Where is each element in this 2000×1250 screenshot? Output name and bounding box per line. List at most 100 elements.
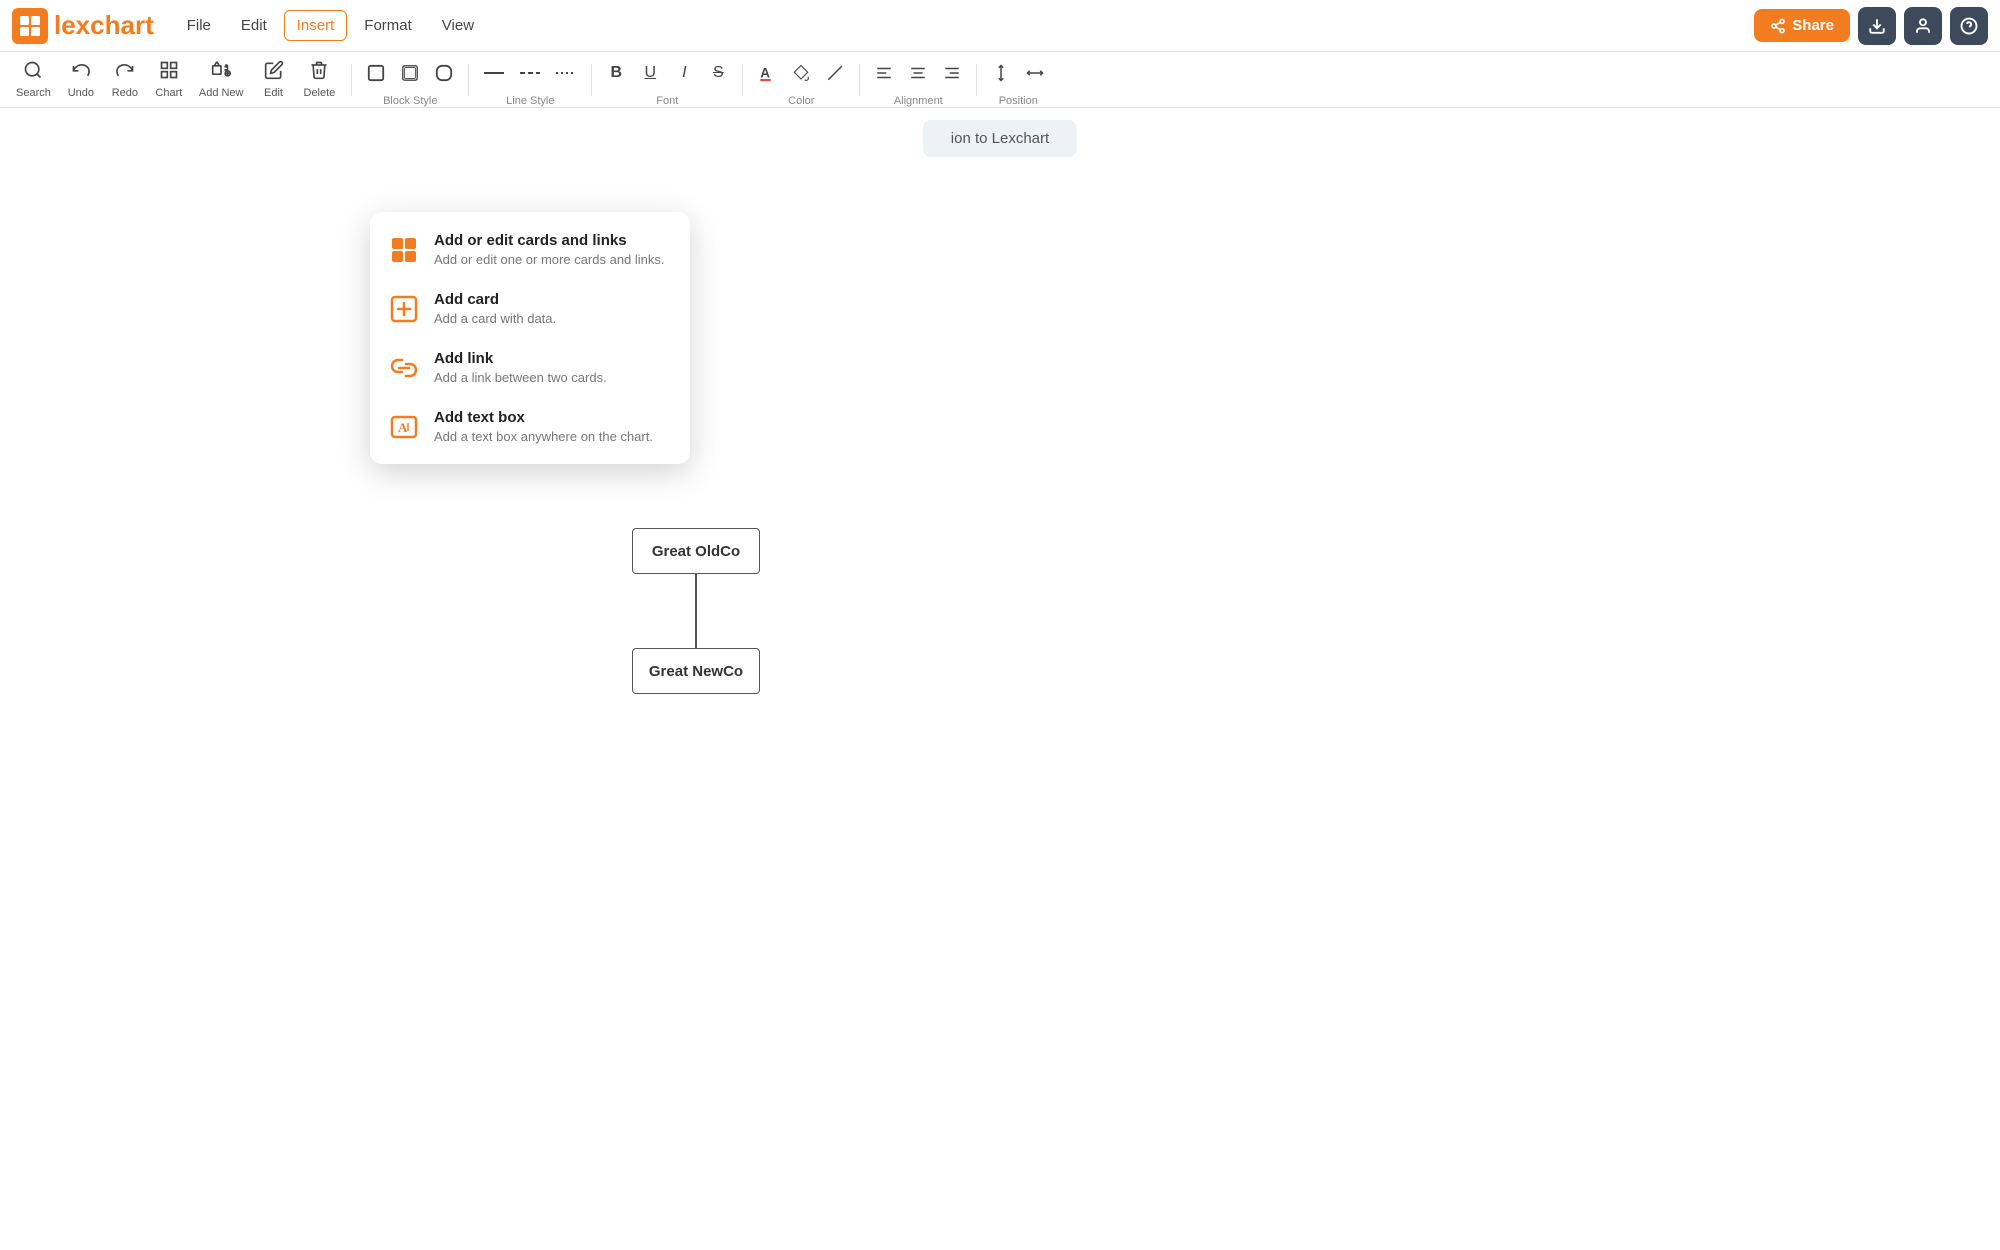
canvas-area[interactable]: ion to Lexchart Great OldCo Great NewCo …: [0, 108, 2000, 1250]
search-button[interactable]: Search: [8, 56, 59, 103]
welcome-banner: ion to Lexchart: [923, 120, 1077, 157]
divider-5: [859, 64, 860, 96]
add-or-edit-icon: [388, 234, 420, 266]
node-label-oldco: Great OldCo: [652, 543, 740, 560]
edit-icon: [264, 60, 284, 85]
align-right[interactable]: [936, 53, 968, 93]
redo-icon: [115, 60, 135, 85]
edit-button[interactable]: Edit: [252, 56, 296, 103]
add-card-title: Add card: [434, 291, 556, 308]
font-label: Font: [656, 95, 678, 107]
block-style-group: Block Style: [360, 53, 460, 107]
block-style-solid[interactable]: [360, 53, 392, 93]
add-card-text: Add card Add a card with data.: [434, 291, 556, 326]
nav-file[interactable]: File: [174, 10, 224, 41]
logo-icon: [12, 8, 48, 44]
node-label-newco: Great NewCo: [649, 663, 743, 680]
logo-text: lexchart: [54, 10, 154, 41]
nav-view[interactable]: View: [429, 10, 487, 41]
align-left[interactable]: [868, 53, 900, 93]
block-style-rounded[interactable]: [428, 53, 460, 93]
undo-button[interactable]: Undo: [59, 56, 103, 103]
add-textbox-icon: A: [388, 411, 420, 443]
add-link-desc: Add a link between two cards.: [434, 370, 607, 385]
dropdown-item-add-textbox[interactable]: A Add text box Add a text box anywhere o…: [370, 397, 690, 456]
nav-format[interactable]: Format: [351, 10, 425, 41]
color-group: A Color: [751, 53, 851, 107]
add-or-edit-text: Add or edit cards and links Add or edit …: [434, 232, 665, 267]
undo-label: Undo: [68, 87, 94, 99]
font-group: B U I S Font: [600, 53, 734, 107]
nav-edit[interactable]: Edit: [228, 10, 280, 41]
divider-4: [742, 64, 743, 96]
line-color[interactable]: [819, 53, 851, 93]
top-nav: lexchart File Edit Insert Format View Sh…: [0, 0, 2000, 52]
dropdown-item-add-link[interactable]: Add link Add a link between two cards.: [370, 338, 690, 397]
share-label: Share: [1792, 17, 1834, 34]
node-great-newco[interactable]: Great NewCo: [632, 648, 760, 694]
line-style-group: Line Style: [477, 53, 583, 107]
divider-3: [591, 64, 592, 96]
align-center[interactable]: [902, 53, 934, 93]
edit-label: Edit: [264, 87, 283, 99]
chart-label: Chart: [155, 87, 182, 99]
block-style-label: Block Style: [383, 95, 437, 107]
delete-label: Delete: [304, 87, 336, 99]
add-or-edit-title: Add or edit cards and links: [434, 232, 665, 249]
line-solid[interactable]: [477, 53, 511, 93]
svg-text:A: A: [398, 420, 408, 435]
add-textbox-desc: Add a text box anywhere on the chart.: [434, 429, 653, 444]
chart-icon: [159, 60, 179, 85]
divider-1: [351, 64, 352, 96]
fill-color[interactable]: [785, 53, 817, 93]
add-link-title: Add link: [434, 350, 607, 367]
font-italic[interactable]: I: [668, 53, 700, 93]
text-color[interactable]: A: [751, 53, 783, 93]
search-label: Search: [16, 87, 51, 99]
delete-icon: [309, 60, 329, 85]
add-link-text: Add link Add a link between two cards.: [434, 350, 607, 385]
logo: lexchart: [12, 8, 154, 44]
welcome-text: ion to Lexchart: [951, 130, 1049, 147]
add-new-button[interactable]: Add New: [191, 56, 252, 103]
block-style-double[interactable]: [394, 53, 426, 93]
alignment-group: Alignment: [868, 53, 968, 107]
toolbar: Search Undo Redo: [0, 52, 2000, 108]
divider-6: [976, 64, 977, 96]
node-great-oldco[interactable]: Great OldCo: [632, 528, 760, 574]
chart-button[interactable]: Chart: [147, 56, 191, 103]
redo-label: Redo: [112, 87, 138, 99]
line-dashed[interactable]: [513, 53, 547, 93]
add-new-icon: [211, 60, 231, 85]
dropdown-item-add-card[interactable]: Add card Add a card with data.: [370, 279, 690, 338]
undo-icon: [71, 60, 91, 85]
add-textbox-title: Add text box: [434, 409, 653, 426]
add-card-icon: [388, 293, 420, 325]
color-label: Color: [788, 95, 814, 107]
dropdown-item-add-or-edit[interactable]: Add or edit cards and links Add or edit …: [370, 220, 690, 279]
nav-insert[interactable]: Insert: [284, 10, 348, 41]
toolbar-left-group: Search Undo Redo: [8, 56, 343, 103]
profile-button[interactable]: [1904, 7, 1942, 45]
nav-right: Share: [1754, 7, 1988, 45]
chart-connector: [695, 574, 697, 648]
position-horizontal[interactable]: [1019, 53, 1051, 93]
help-button[interactable]: [1950, 7, 1988, 45]
font-bold[interactable]: B: [600, 53, 632, 93]
share-button[interactable]: Share: [1754, 9, 1850, 42]
insert-dropdown: Add or edit cards and links Add or edit …: [370, 212, 690, 464]
line-dotted[interactable]: [549, 53, 583, 93]
download-button[interactable]: [1858, 7, 1896, 45]
position-vertical[interactable]: [985, 53, 1017, 93]
search-icon: [23, 60, 43, 85]
delete-button[interactable]: Delete: [296, 56, 344, 103]
position-label: Position: [999, 95, 1038, 107]
font-strikethrough[interactable]: S: [702, 53, 734, 93]
add-link-icon: [388, 352, 420, 384]
redo-button[interactable]: Redo: [103, 56, 147, 103]
alignment-label: Alignment: [894, 95, 943, 107]
font-underline[interactable]: U: [634, 53, 666, 93]
line-style-label: Line Style: [506, 95, 554, 107]
add-or-edit-desc: Add or edit one or more cards and links.: [434, 252, 665, 267]
divider-2: [468, 64, 469, 96]
